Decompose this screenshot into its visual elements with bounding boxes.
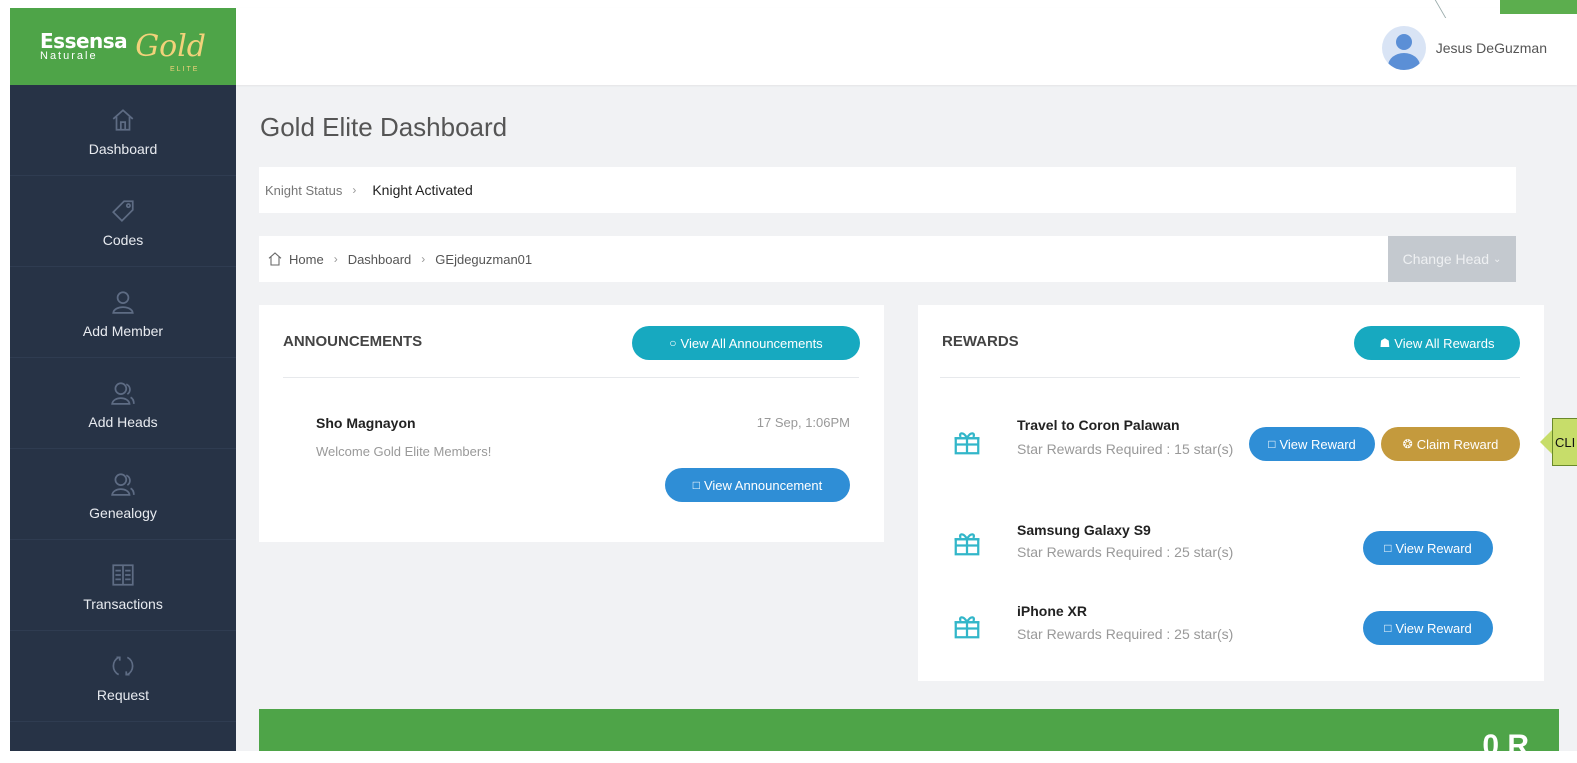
tag-icon xyxy=(110,198,136,224)
trophy-icon: ❂ xyxy=(1402,437,1413,451)
left-gutter xyxy=(0,0,10,751)
rewards-title: REWARDS xyxy=(942,333,1019,350)
sidebar-item-add-heads[interactable]: Add Heads xyxy=(10,358,236,449)
user-name: Jesus DeGuzman xyxy=(1435,40,1547,56)
knight-status-label: Knight Status xyxy=(265,182,343,198)
announcements-card: ANNOUNCEMENTS ○ View All Announcements S… xyxy=(259,305,884,542)
user-menu[interactable]: Jesus DeGuzman xyxy=(1381,26,1547,70)
announcement-time: 17 Sep, 1:06PM xyxy=(756,415,850,430)
sidebar: Dashboard Codes Add Member Add Heads Gen… xyxy=(10,85,236,751)
sidebar-item-genealogy[interactable]: Genealogy xyxy=(10,449,236,540)
note-icon: □ xyxy=(1268,437,1276,451)
chevron-right-icon: › xyxy=(352,183,357,197)
view-announcement-button[interactable]: □ View Announcement xyxy=(665,468,850,502)
gift-icon xyxy=(952,427,982,457)
home-icon xyxy=(110,107,136,133)
sidebar-item-add-member[interactable]: Add Member xyxy=(10,267,236,358)
reward-requirement: Star Rewards Required : 25 star(s) xyxy=(1017,626,1234,642)
claim-reward-button[interactable]: ❂ Claim Reward xyxy=(1381,427,1520,461)
change-head-label: Change Head xyxy=(1402,251,1489,267)
sidebar-item-request[interactable]: Request xyxy=(10,631,236,722)
refresh-icon xyxy=(110,653,136,679)
breadcrumb-dashboard[interactable]: Dashboard xyxy=(348,252,412,267)
view-all-announcements-button[interactable]: ○ View All Announcements xyxy=(632,326,860,360)
app: Essensa Naturale Gold ELITE Dashboard Co… xyxy=(0,0,1577,762)
page-title: Gold Elite Dashboard xyxy=(260,112,508,142)
reward-name: Travel to Coron Palawan xyxy=(1017,417,1180,433)
chevron-right-icon: › xyxy=(333,252,338,266)
brand-elite: ELITE xyxy=(170,66,200,73)
brand-wordmark: Essensa Naturale xyxy=(40,28,128,62)
sidebar-item-transactions[interactable]: Transactions xyxy=(10,540,236,631)
chevron-right-icon: › xyxy=(421,252,426,266)
sidebar-item-label: Dashboard xyxy=(88,141,158,157)
reward-requirement: Star Rewards Required : 25 star(s) xyxy=(1017,544,1234,560)
avatar xyxy=(1381,26,1426,70)
note-icon: □ xyxy=(692,478,700,492)
view-all-rewards-label: View All Rewards xyxy=(1394,335,1495,351)
view-reward-label: View Reward xyxy=(1395,540,1472,556)
divider xyxy=(283,377,859,378)
sidebar-item-label: Genealogy xyxy=(89,505,157,521)
brand-main: Essensa xyxy=(40,28,128,53)
book-icon xyxy=(110,562,136,588)
view-reward-button[interactable]: □ View Reward xyxy=(1363,611,1493,645)
knight-status-bar: Knight Status › Knight Activated xyxy=(259,167,1516,213)
note-icon: □ xyxy=(1384,621,1392,635)
announcements-title: ANNOUNCEMENTS xyxy=(283,333,423,350)
breadcrumb: Home › Dashboard › GEjdeguzman01 xyxy=(259,236,1388,282)
breadcrumb-current: GEjdeguzman01 xyxy=(435,251,533,267)
users-icon xyxy=(110,471,136,497)
brand-logo[interactable]: Essensa Naturale Gold ELITE xyxy=(10,8,236,85)
note-icon: □ xyxy=(1384,541,1392,555)
user-icon xyxy=(110,289,136,315)
sidebar-item-label: Add Member xyxy=(82,323,164,339)
sidebar-item-label: Add Heads xyxy=(88,414,158,430)
announcement-author: Sho Magnayon xyxy=(316,415,416,431)
view-reward-button[interactable]: □ View Reward xyxy=(1363,531,1493,565)
speech-bubble-icon: ○ xyxy=(669,336,677,350)
reward-name: Samsung Galaxy S9 xyxy=(1017,522,1151,538)
tutorial-callout: CLI xyxy=(1552,418,1577,466)
change-head-button[interactable]: Change Head ⌄ xyxy=(1388,236,1516,282)
announcement-message: Welcome Gold Elite Members! xyxy=(316,444,492,459)
view-reward-label: View Reward xyxy=(1395,620,1472,636)
reward-requirement: Star Rewards Required : 15 star(s) xyxy=(1017,441,1234,457)
banner-text: 0 R xyxy=(1482,729,1529,762)
sidebar-item-dashboard[interactable]: Dashboard xyxy=(10,85,236,176)
view-reward-button[interactable]: □ View Reward xyxy=(1249,427,1375,461)
rewards-card: REWARDS ☗ View All Rewards Travel to Cor… xyxy=(918,305,1544,681)
gift-icon: ☗ xyxy=(1379,336,1391,350)
view-announcement-label: View Announcement xyxy=(703,477,823,493)
users-icon xyxy=(110,380,136,406)
decorative-green-corner xyxy=(1500,0,1577,14)
view-all-rewards-button[interactable]: ☗ View All Rewards xyxy=(1354,326,1520,360)
gift-icon xyxy=(952,611,982,641)
reward-name: iPhone XR xyxy=(1017,603,1088,619)
brand-gold: Gold xyxy=(135,29,207,64)
knight-status-value: Knight Activated xyxy=(372,182,473,198)
claim-reward-label: Claim Reward xyxy=(1416,436,1499,452)
chevron-down-icon: ⌄ xyxy=(1493,253,1502,265)
top-header: Jesus DeGuzman xyxy=(236,8,1577,85)
sidebar-item-label: Request xyxy=(96,687,150,703)
divider xyxy=(940,377,1520,378)
breadcrumb-home[interactable]: Home xyxy=(289,252,324,267)
summary-banner: 0 R xyxy=(259,709,1559,762)
sidebar-item-codes[interactable]: Codes xyxy=(10,176,236,267)
sidebar-item-label: Codes xyxy=(102,232,144,248)
gift-icon xyxy=(952,528,982,558)
view-all-announcements-label: View All Announcements xyxy=(680,335,823,351)
view-reward-label: View Reward xyxy=(1279,436,1356,452)
sidebar-item-label: Transactions xyxy=(83,596,163,612)
home-icon xyxy=(267,251,283,267)
top-gutter xyxy=(0,0,1577,8)
